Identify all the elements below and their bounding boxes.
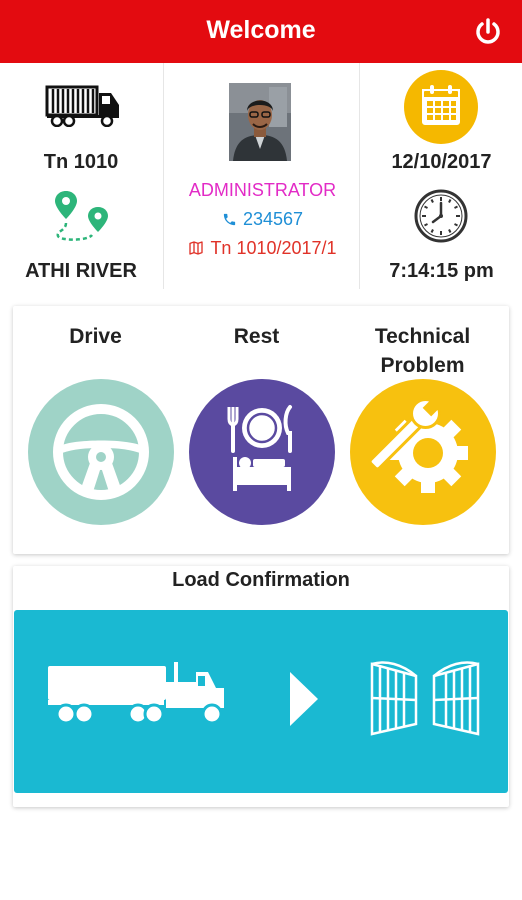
route-icon xyxy=(55,191,108,241)
avatar[interactable] xyxy=(229,83,291,161)
phone-number: 234567 xyxy=(242,209,304,229)
rest-option[interactable]: Rest xyxy=(174,306,339,554)
datetime-column: 12/10/2017 7:14:15 pm xyxy=(361,63,522,289)
phone-row[interactable]: 234567 xyxy=(164,209,361,230)
current-time: 7:14:15 pm xyxy=(389,260,494,282)
load-confirmation-button[interactable] xyxy=(14,610,508,793)
page-title: Welcome xyxy=(206,16,316,44)
calendar-icon xyxy=(404,70,478,144)
vehicle-column: Tn 1010 ATHI RIVER xyxy=(0,63,162,289)
current-date: 12/10/2017 xyxy=(391,151,492,173)
technical-problem-option[interactable]: Technical Problem xyxy=(335,306,500,554)
drive-label: Drive xyxy=(69,325,122,348)
load-confirmation-title: Load Confirmation xyxy=(172,569,350,591)
driver-info-panel: Tn 1010 ATHI RIVER ADMINISTRATOR 234567 … xyxy=(0,63,522,289)
trip-row[interactable]: Tn 1010/2017/1 xyxy=(164,238,361,259)
arrow-right-icon xyxy=(290,672,318,726)
drive-option[interactable]: Drive xyxy=(13,306,178,554)
map-icon xyxy=(189,241,204,255)
user-role: ADMINISTRATOR xyxy=(188,180,337,200)
wrench-gear-icon[interactable] xyxy=(350,379,496,525)
current-location: ATHI RIVER xyxy=(25,260,137,282)
gate-icon xyxy=(370,661,480,736)
semi-truck-icon xyxy=(48,662,224,725)
status-options-card: Drive Rest Technical Problem xyxy=(13,306,509,554)
vehicle-number: Tn 1010 xyxy=(43,151,119,173)
trip-number: Tn 1010/2017/1 xyxy=(210,238,337,258)
load-confirmation-card: Load Confirmation xyxy=(13,566,509,807)
rest-label: Rest xyxy=(233,325,280,348)
steering-wheel-icon[interactable] xyxy=(28,379,174,525)
user-column: ADMINISTRATOR 234567 Tn 1010/2017/1 xyxy=(163,63,360,289)
power-icon[interactable] xyxy=(472,16,504,48)
phone-icon xyxy=(223,213,236,226)
plate-bed-icon[interactable] xyxy=(189,379,335,525)
technical-problem-label: Technical Problem xyxy=(374,325,471,377)
truck-icon xyxy=(45,85,119,127)
app-bar: Welcome xyxy=(0,0,522,63)
clock-icon xyxy=(414,189,468,243)
